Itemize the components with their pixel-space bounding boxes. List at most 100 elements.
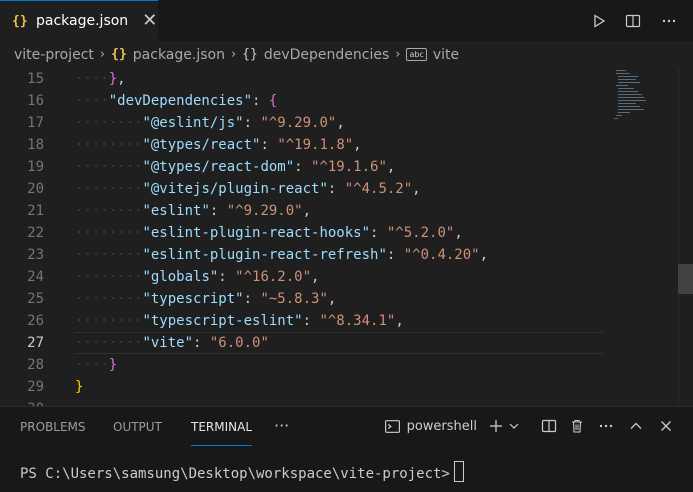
code-line[interactable]: 25 ········"typescript": "~5.8.3", (0, 288, 610, 310)
code-text: ········"vite": "6.0.0" (75, 332, 269, 354)
code-line[interactable]: 26 ········"typescript-eslint": "^8.34.1"… (0, 310, 610, 332)
new-terminal-button[interactable] (485, 413, 507, 439)
code-line[interactable]: 27 ········"vite": "6.0.0" (0, 332, 610, 354)
line-number: 22 (27, 225, 44, 241)
code-token: : (243, 115, 261, 131)
code-text: ········"eslint-plugin-react-refresh": "… (75, 244, 488, 266)
terminal-prompt[interactable]: PS C:\Users\samsung\Desktop\workspace\vi… (20, 461, 464, 482)
maximize-panel-button[interactable] (621, 413, 651, 439)
code-token: "typescript" (142, 291, 244, 307)
code-token: "typescript-eslint" (142, 313, 303, 329)
code-line[interactable]: 30 (0, 398, 610, 406)
code-line[interactable]: 18 ········"@types/react": "^19.1.8", (0, 134, 610, 156)
shell-label: powershell (406, 418, 477, 434)
code-token: "vite" (142, 335, 194, 351)
minimap[interactable] (612, 68, 662, 128)
tab-output[interactable]: OUTPUT (113, 407, 162, 445)
breadcrumb-file[interactable]: {} package.json (111, 47, 225, 63)
object-icon: {} (242, 47, 258, 62)
more-tabs-icon[interactable]: ··· (274, 407, 289, 445)
line-number: 18 (27, 137, 44, 153)
split-terminal-button[interactable] (535, 413, 563, 439)
code-line[interactable]: 20 ········"@vitejs/plugin-react": "^4.5.… (0, 178, 610, 200)
plus-icon (490, 420, 502, 432)
more-actions-icon[interactable] (653, 5, 685, 37)
code-token: "eslint-plugin-react-refresh" (142, 247, 387, 263)
code-token: } (108, 357, 118, 373)
code-token: ········ (75, 159, 143, 175)
code-token: , (336, 115, 345, 131)
code-token: ········ (75, 291, 143, 307)
breadcrumb-object[interactable]: {} devDependencies (242, 47, 389, 63)
code-line[interactable]: 15 ····}, (0, 68, 610, 90)
code-line[interactable]: 21 ········"eslint": "^9.29.0", (0, 200, 610, 222)
code-token: ········ (75, 115, 143, 131)
code-token: ········ (75, 181, 143, 197)
tab-label: package.json (36, 13, 129, 29)
code-token: } (75, 379, 84, 395)
code-line[interactable]: 22 ········"eslint-plugin-react-hooks": "… (0, 222, 610, 244)
code-text: ········"eslint": "^9.29.0", (75, 200, 311, 222)
code-token: : (386, 247, 404, 263)
code-token: , (353, 137, 362, 153)
code-text: ····"devDependencies": { (75, 90, 277, 112)
code-token: , (311, 269, 320, 285)
scrollbar-thumb[interactable] (678, 264, 693, 294)
split-editor-icon[interactable] (617, 5, 649, 37)
tab-package-json[interactable]: {} package.json ✕ (0, 0, 158, 41)
line-number: 29 (27, 379, 44, 395)
tab-terminal[interactable]: TERMINAL (191, 407, 253, 446)
terminal-dropdown-button[interactable] (507, 413, 521, 439)
code-text: ····} (75, 354, 117, 376)
code-token: "^5.2.0" (386, 225, 455, 241)
code-text: ········"globals": "^16.2.0", (75, 266, 319, 288)
code-token: ···· (75, 93, 109, 109)
code-token: "globals" (142, 269, 219, 285)
vertical-scrollbar[interactable] (678, 68, 693, 406)
code-token: ········ (75, 269, 143, 285)
line-number: 15 (27, 71, 44, 87)
line-number: 17 (27, 115, 44, 131)
panel-more-button[interactable] (591, 413, 621, 439)
code-token: "^9.29.0" (226, 203, 303, 219)
close-icon (661, 421, 671, 431)
breadcrumb-file-label: package.json (132, 46, 225, 63)
code-line[interactable]: 23 ········"eslint-plugin-react-refresh":… (0, 244, 610, 266)
line-number: 20 (27, 181, 44, 197)
code-token: ········ (75, 225, 143, 241)
code-line[interactable]: 17 ········"@eslint/js": "^9.29.0", (0, 112, 610, 134)
code-token: "^8.34.1" (319, 313, 396, 329)
close-icon[interactable]: ✕ (142, 12, 157, 30)
code-line[interactable]: 24 ········"globals": "^16.2.0", (0, 266, 610, 288)
code-token: "@types/react" (142, 137, 261, 153)
kill-terminal-button[interactable] (563, 413, 591, 439)
line-number: 26 (27, 313, 44, 329)
run-icon[interactable] (583, 5, 615, 37)
line-number: 19 (27, 159, 44, 175)
tab-problems[interactable]: PROBLEMS (20, 407, 86, 445)
line-number: 30 (0, 398, 44, 406)
code-token: } (108, 71, 118, 87)
line-number: 24 (27, 269, 44, 285)
terminal-shell-selector[interactable]: powershell (384, 413, 485, 439)
code-line[interactable]: 16 ····"devDependencies": { (0, 90, 610, 112)
tab-bar: {} package.json ✕ (0, 0, 693, 41)
breadcrumb-folder[interactable]: vite-project (14, 47, 94, 63)
code-editor[interactable]: 15 ····}, 16 ····"devDependencies": { 17 ····… (0, 68, 693, 406)
code-text: } (75, 376, 83, 398)
code-token: ···· (75, 71, 109, 87)
code-line[interactable]: 28 ····} (0, 354, 610, 376)
breadcrumb-leaf[interactable]: abc vite (406, 47, 459, 63)
line-number: 23 (27, 247, 44, 263)
chevron-down-icon (509, 423, 519, 429)
code-line[interactable]: 29} (0, 376, 610, 398)
code-token: : (370, 225, 387, 241)
close-panel-button[interactable] (651, 413, 681, 439)
code-token: : (252, 93, 269, 109)
code-token: , (479, 247, 489, 263)
code-token: ········ (75, 313, 143, 329)
code-token: "^19.1.6" (311, 159, 387, 175)
code-line[interactable]: 19 ········"@types/react-dom": "^19.1.6", (0, 156, 610, 178)
editor-actions (583, 0, 693, 41)
code-token: : (218, 269, 236, 285)
